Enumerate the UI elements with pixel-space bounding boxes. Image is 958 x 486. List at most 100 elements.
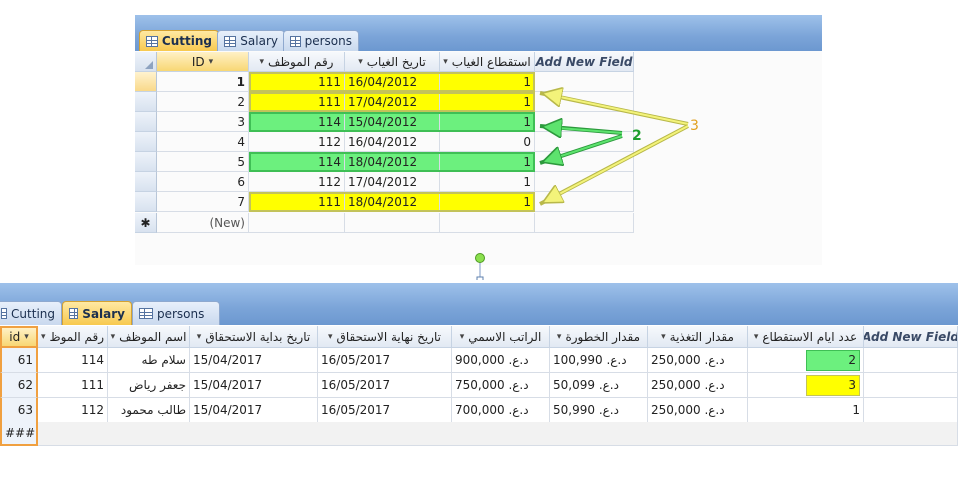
cell-value: 112 — [81, 403, 104, 417]
cell-value: 15/04/2017 — [193, 403, 263, 417]
cell-value: د.ع. 50,990 — [553, 403, 619, 417]
cell-end[interactable]: 16/05/2017 — [318, 348, 452, 373]
cell-value: 16/05/2017 — [321, 353, 391, 367]
header-label: عدد ايام الاستقطاع — [762, 329, 858, 344]
rotate-handle-icon[interactable] — [475, 253, 485, 263]
cell-start[interactable]: 15/04/2017 — [190, 373, 318, 398]
header-label: Add New Field — [864, 329, 958, 344]
cell-name[interactable]: طالب محمود — [108, 398, 190, 423]
cell-risk[interactable]: د.ع. 50,990 — [550, 398, 648, 423]
header-label: الراتب الاسمي — [468, 329, 542, 344]
cell-value: 63 — [17, 403, 33, 417]
cell-emp[interactable]: 112 — [38, 398, 108, 423]
cell-value: 1 — [852, 403, 860, 417]
cell-salary[interactable]: د.ع. 700,000 — [452, 398, 550, 423]
annotation-overlay: 2 3 — [475, 0, 699, 280]
dropdown-arrow-icon[interactable]: ▾ — [557, 332, 562, 342]
tab-label: Salary — [82, 306, 125, 321]
cell-value: 3 — [806, 374, 860, 396]
cell-food[interactable]: د.ع. 250,000 — [648, 398, 748, 423]
column-header-employee-name[interactable]: ▾ اسم الموظف — [108, 326, 190, 348]
yellow-arrow-to-row-2 — [539, 93, 689, 126]
header-label: رقم الموظ — [49, 329, 105, 344]
cell-id[interactable]: 63 — [0, 398, 38, 423]
header-label: اسم الموظف — [119, 329, 187, 344]
cell-days[interactable]: 3 — [748, 373, 864, 398]
cell-value: د.ع. 250,000 — [651, 378, 725, 392]
column-header-add-new-field[interactable]: Add New Field — [864, 326, 958, 348]
column-header-deduction-days[interactable]: ▾ عدد ايام الاستقطاع — [748, 326, 864, 348]
cell-id[interactable]: 62 — [0, 373, 38, 398]
new-row-id-value: #### — [5, 426, 36, 440]
cell-value: سلام طه — [141, 353, 186, 367]
cell-food[interactable]: د.ع. 250,000 — [648, 348, 748, 373]
column-header-risk-amount[interactable]: ▾ مقدار الخطورة — [550, 326, 648, 348]
cell-value: د.ع. 900,000 — [455, 353, 529, 367]
cell-value: 15/04/2017 — [193, 353, 263, 367]
cell-value: 16/05/2017 — [321, 378, 391, 392]
green-arrow-to-row-5 — [539, 134, 623, 163]
cell-emp[interactable]: 111 — [38, 373, 108, 398]
cell-id[interactable]: 61 — [0, 348, 38, 373]
table-icon — [1, 308, 8, 319]
cell-value: د.ع. 250,000 — [651, 403, 725, 417]
tab-cutting[interactable]: Cutting — [0, 301, 62, 325]
tab-persons[interactable]: persons — [132, 301, 220, 325]
cell-empty[interactable] — [864, 373, 958, 398]
dropdown-arrow-icon[interactable]: ▾ — [661, 332, 666, 342]
cell-emp[interactable]: 114 — [38, 348, 108, 373]
table-icon — [139, 308, 153, 319]
dropdown-arrow-icon[interactable]: ▾ — [24, 332, 29, 342]
cell-value: طالب محمود — [120, 403, 186, 417]
cell-days[interactable]: 1 — [748, 398, 864, 423]
cell-value: د.ع. 100,990 — [553, 353, 627, 367]
cell-value: د.ع. 750,000 — [455, 378, 529, 392]
cell-empty[interactable] — [864, 348, 958, 373]
cell-value: جعفر رياض — [128, 378, 186, 392]
cell-value: د.ع. 50,099 — [553, 378, 619, 392]
tab-salary[interactable]: Salary — [62, 301, 132, 325]
green-arrow-to-row-3 — [539, 126, 623, 133]
cell-salary[interactable]: د.ع. 750,000 — [452, 373, 550, 398]
cell-end[interactable]: 16/05/2017 — [318, 398, 452, 423]
cell-start[interactable]: 15/04/2017 — [190, 398, 318, 423]
dropdown-arrow-icon[interactable]: ▾ — [754, 332, 759, 342]
column-header-nominal-salary[interactable]: ▾ الراتب الاسمي — [452, 326, 550, 348]
column-header-start-date[interactable]: ▾ تاريخ بداية الاستحقاق — [190, 326, 318, 348]
column-header-employee-number[interactable]: ▾ رقم الموظ — [38, 326, 108, 348]
header-label: id — [9, 330, 21, 344]
column-header-id[interactable]: id ▾ — [0, 326, 38, 348]
cell-value: 62 — [17, 378, 33, 392]
new-row-cells[interactable] — [38, 422, 958, 446]
dropdown-arrow-icon[interactable]: ▾ — [460, 332, 465, 342]
new-row-id[interactable]: #### — [0, 422, 38, 446]
cell-name[interactable]: سلام طه — [108, 348, 190, 373]
header-label: تاريخ بداية الاستحقاق — [205, 329, 311, 344]
resize-handle-icon[interactable] — [476, 276, 484, 280]
table-icon — [69, 308, 79, 319]
bottom-tab-strip: Cutting Salary persons — [0, 283, 958, 325]
cell-start[interactable]: 15/04/2017 — [190, 348, 318, 373]
cell-empty[interactable] — [864, 398, 958, 423]
cell-value: 61 — [17, 353, 33, 367]
cell-risk[interactable]: د.ع. 50,099 — [550, 373, 648, 398]
dropdown-arrow-icon[interactable]: ▾ — [328, 332, 333, 342]
cell-days[interactable]: 2 — [748, 348, 864, 373]
cell-end[interactable]: 16/05/2017 — [318, 373, 452, 398]
cell-name[interactable]: جعفر رياض — [108, 373, 190, 398]
cell-value: 15/04/2017 — [193, 378, 263, 392]
column-header-end-date[interactable]: ▾ تاريخ نهاية الاستحقاق — [318, 326, 452, 348]
cell-food[interactable]: د.ع. 250,000 — [648, 373, 748, 398]
tab-label: persons — [157, 306, 205, 321]
dropdown-arrow-icon[interactable]: ▾ — [111, 332, 116, 342]
cell-risk[interactable]: د.ع. 100,990 — [550, 348, 648, 373]
header-label: مقدار الخطورة — [565, 329, 641, 344]
dropdown-arrow-icon[interactable]: ▾ — [41, 332, 46, 342]
cell-salary[interactable]: د.ع. 900,000 — [452, 348, 550, 373]
column-header-food-amount[interactable]: ▾ مقدار التغذية — [648, 326, 748, 348]
cell-value: 2 — [806, 349, 860, 371]
cell-value: 111 — [81, 378, 104, 392]
dropdown-arrow-icon[interactable]: ▾ — [197, 332, 202, 342]
header-label: مقدار التغذية — [669, 329, 734, 344]
tab-label: Cutting — [11, 306, 55, 321]
